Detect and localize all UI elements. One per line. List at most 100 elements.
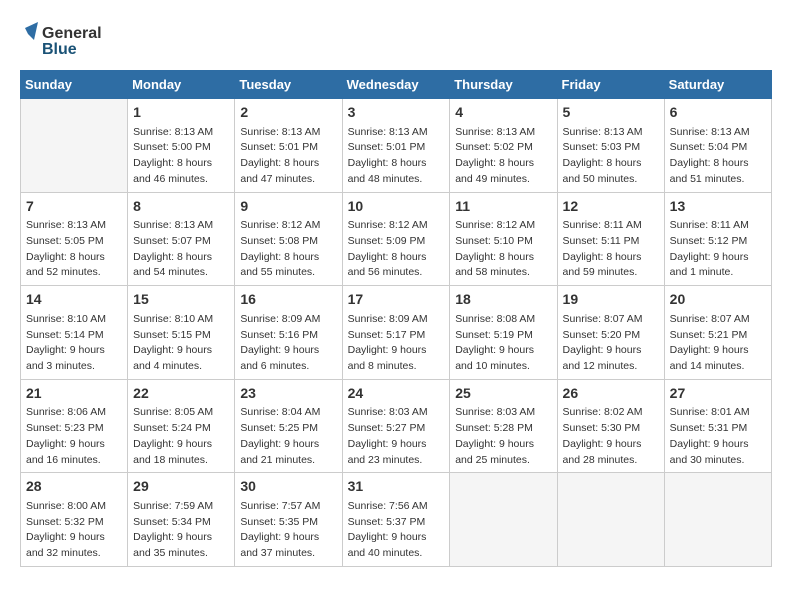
- page-header: GeneralBlue: [20, 20, 772, 60]
- day-number: 12: [563, 197, 659, 217]
- day-number: 16: [240, 290, 336, 310]
- day-number: 6: [670, 103, 766, 123]
- day-number: 24: [348, 384, 445, 404]
- day-of-week-header: Friday: [557, 71, 664, 99]
- day-of-week-header: Thursday: [450, 71, 557, 99]
- calendar-day-cell: 1Sunrise: 8:13 AM Sunset: 5:00 PM Daylig…: [128, 99, 235, 193]
- day-number: 27: [670, 384, 766, 404]
- calendar-day-cell: 31Sunrise: 7:56 AM Sunset: 5:37 PM Dayli…: [342, 473, 450, 567]
- calendar-day-cell: 13Sunrise: 8:11 AM Sunset: 5:12 PM Dayli…: [664, 192, 771, 286]
- calendar-day-cell: 9Sunrise: 8:12 AM Sunset: 5:08 PM Daylig…: [235, 192, 342, 286]
- day-info: Sunrise: 8:13 AM Sunset: 5:02 PM Dayligh…: [455, 125, 551, 188]
- day-number: 4: [455, 103, 551, 123]
- day-number: 15: [133, 290, 229, 310]
- day-number: 29: [133, 477, 229, 497]
- day-info: Sunrise: 8:13 AM Sunset: 5:03 PM Dayligh…: [563, 125, 659, 188]
- day-number: 25: [455, 384, 551, 404]
- calendar-day-cell: 7Sunrise: 8:13 AM Sunset: 5:05 PM Daylig…: [21, 192, 128, 286]
- day-number: 26: [563, 384, 659, 404]
- logo: GeneralBlue: [20, 20, 110, 60]
- calendar-day-cell: 3Sunrise: 8:13 AM Sunset: 5:01 PM Daylig…: [342, 99, 450, 193]
- calendar-day-cell: 8Sunrise: 8:13 AM Sunset: 5:07 PM Daylig…: [128, 192, 235, 286]
- calendar-day-cell: 27Sunrise: 8:01 AM Sunset: 5:31 PM Dayli…: [664, 379, 771, 473]
- calendar-day-cell: 10Sunrise: 8:12 AM Sunset: 5:09 PM Dayli…: [342, 192, 450, 286]
- day-info: Sunrise: 8:09 AM Sunset: 5:16 PM Dayligh…: [240, 312, 336, 375]
- calendar-day-cell: 12Sunrise: 8:11 AM Sunset: 5:11 PM Dayli…: [557, 192, 664, 286]
- day-number: 11: [455, 197, 551, 217]
- day-number: 31: [348, 477, 445, 497]
- calendar-day-cell: 6Sunrise: 8:13 AM Sunset: 5:04 PM Daylig…: [664, 99, 771, 193]
- day-of-week-header: Wednesday: [342, 71, 450, 99]
- day-info: Sunrise: 8:06 AM Sunset: 5:23 PM Dayligh…: [26, 405, 122, 468]
- day-number: 3: [348, 103, 445, 123]
- calendar-week-row: 7Sunrise: 8:13 AM Sunset: 5:05 PM Daylig…: [21, 192, 772, 286]
- calendar-day-cell: 26Sunrise: 8:02 AM Sunset: 5:30 PM Dayli…: [557, 379, 664, 473]
- day-info: Sunrise: 8:13 AM Sunset: 5:04 PM Dayligh…: [670, 125, 766, 188]
- day-number: 7: [26, 197, 122, 217]
- calendar-day-cell: 23Sunrise: 8:04 AM Sunset: 5:25 PM Dayli…: [235, 379, 342, 473]
- day-of-week-header: Sunday: [21, 71, 128, 99]
- day-number: 13: [670, 197, 766, 217]
- calendar-week-row: 1Sunrise: 8:13 AM Sunset: 5:00 PM Daylig…: [21, 99, 772, 193]
- day-info: Sunrise: 8:13 AM Sunset: 5:01 PM Dayligh…: [348, 125, 445, 188]
- day-info: Sunrise: 8:13 AM Sunset: 5:07 PM Dayligh…: [133, 218, 229, 281]
- calendar-day-cell: 16Sunrise: 8:09 AM Sunset: 5:16 PM Dayli…: [235, 286, 342, 380]
- day-number: 1: [133, 103, 229, 123]
- day-info: Sunrise: 8:08 AM Sunset: 5:19 PM Dayligh…: [455, 312, 551, 375]
- day-info: Sunrise: 8:09 AM Sunset: 5:17 PM Dayligh…: [348, 312, 445, 375]
- calendar-day-cell: 2Sunrise: 8:13 AM Sunset: 5:01 PM Daylig…: [235, 99, 342, 193]
- calendar-day-cell: 17Sunrise: 8:09 AM Sunset: 5:17 PM Dayli…: [342, 286, 450, 380]
- day-number: 20: [670, 290, 766, 310]
- day-info: Sunrise: 8:03 AM Sunset: 5:28 PM Dayligh…: [455, 405, 551, 468]
- day-number: 28: [26, 477, 122, 497]
- day-number: 18: [455, 290, 551, 310]
- calendar-week-row: 14Sunrise: 8:10 AM Sunset: 5:14 PM Dayli…: [21, 286, 772, 380]
- day-info: Sunrise: 8:04 AM Sunset: 5:25 PM Dayligh…: [240, 405, 336, 468]
- day-info: Sunrise: 7:56 AM Sunset: 5:37 PM Dayligh…: [348, 499, 445, 562]
- calendar-day-cell: [557, 473, 664, 567]
- day-number: 17: [348, 290, 445, 310]
- calendar-day-cell: 25Sunrise: 8:03 AM Sunset: 5:28 PM Dayli…: [450, 379, 557, 473]
- calendar-day-cell: [450, 473, 557, 567]
- calendar-day-cell: 19Sunrise: 8:07 AM Sunset: 5:20 PM Dayli…: [557, 286, 664, 380]
- calendar-day-cell: [21, 99, 128, 193]
- svg-text:Blue: Blue: [42, 41, 77, 58]
- calendar-week-row: 21Sunrise: 8:06 AM Sunset: 5:23 PM Dayli…: [21, 379, 772, 473]
- day-info: Sunrise: 8:01 AM Sunset: 5:31 PM Dayligh…: [670, 405, 766, 468]
- day-info: Sunrise: 8:07 AM Sunset: 5:20 PM Dayligh…: [563, 312, 659, 375]
- day-number: 2: [240, 103, 336, 123]
- day-info: Sunrise: 8:13 AM Sunset: 5:05 PM Dayligh…: [26, 218, 122, 281]
- day-info: Sunrise: 8:03 AM Sunset: 5:27 PM Dayligh…: [348, 405, 445, 468]
- day-info: Sunrise: 8:12 AM Sunset: 5:10 PM Dayligh…: [455, 218, 551, 281]
- day-of-week-header: Saturday: [664, 71, 771, 99]
- day-info: Sunrise: 8:02 AM Sunset: 5:30 PM Dayligh…: [563, 405, 659, 468]
- day-number: 8: [133, 197, 229, 217]
- day-info: Sunrise: 8:12 AM Sunset: 5:09 PM Dayligh…: [348, 218, 445, 281]
- day-info: Sunrise: 7:57 AM Sunset: 5:35 PM Dayligh…: [240, 499, 336, 562]
- calendar-day-cell: 29Sunrise: 7:59 AM Sunset: 5:34 PM Dayli…: [128, 473, 235, 567]
- day-number: 9: [240, 197, 336, 217]
- day-number: 5: [563, 103, 659, 123]
- day-info: Sunrise: 8:12 AM Sunset: 5:08 PM Dayligh…: [240, 218, 336, 281]
- calendar-day-cell: 21Sunrise: 8:06 AM Sunset: 5:23 PM Dayli…: [21, 379, 128, 473]
- day-number: 14: [26, 290, 122, 310]
- day-info: Sunrise: 8:05 AM Sunset: 5:24 PM Dayligh…: [133, 405, 229, 468]
- calendar-day-cell: 4Sunrise: 8:13 AM Sunset: 5:02 PM Daylig…: [450, 99, 557, 193]
- calendar-day-cell: 22Sunrise: 8:05 AM Sunset: 5:24 PM Dayli…: [128, 379, 235, 473]
- day-info: Sunrise: 8:11 AM Sunset: 5:11 PM Dayligh…: [563, 218, 659, 281]
- calendar-day-cell: 28Sunrise: 8:00 AM Sunset: 5:32 PM Dayli…: [21, 473, 128, 567]
- day-info: Sunrise: 8:10 AM Sunset: 5:14 PM Dayligh…: [26, 312, 122, 375]
- day-info: Sunrise: 7:59 AM Sunset: 5:34 PM Dayligh…: [133, 499, 229, 562]
- calendar-day-cell: 5Sunrise: 8:13 AM Sunset: 5:03 PM Daylig…: [557, 99, 664, 193]
- calendar-day-cell: [664, 473, 771, 567]
- calendar-day-cell: 18Sunrise: 8:08 AM Sunset: 5:19 PM Dayli…: [450, 286, 557, 380]
- day-number: 21: [26, 384, 122, 404]
- calendar-week-row: 28Sunrise: 8:00 AM Sunset: 5:32 PM Dayli…: [21, 473, 772, 567]
- day-info: Sunrise: 8:10 AM Sunset: 5:15 PM Dayligh…: [133, 312, 229, 375]
- calendar-day-cell: 14Sunrise: 8:10 AM Sunset: 5:14 PM Dayli…: [21, 286, 128, 380]
- day-info: Sunrise: 8:00 AM Sunset: 5:32 PM Dayligh…: [26, 499, 122, 562]
- day-number: 23: [240, 384, 336, 404]
- day-number: 10: [348, 197, 445, 217]
- day-of-week-header: Tuesday: [235, 71, 342, 99]
- day-number: 19: [563, 290, 659, 310]
